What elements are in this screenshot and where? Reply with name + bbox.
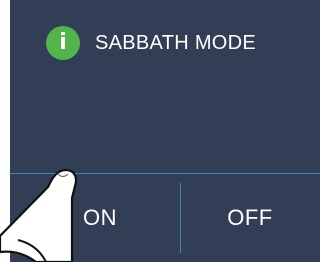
info-icon: i <box>46 26 80 60</box>
on-button[interactable]: ON <box>50 174 150 262</box>
off-button[interactable]: OFF <box>180 174 320 262</box>
panel-header: i SABBATH MODE <box>46 26 256 60</box>
panel-title: SABBATH MODE <box>95 31 257 54</box>
sabbath-mode-panel: i SABBATH MODE ON OFF <box>10 0 320 262</box>
